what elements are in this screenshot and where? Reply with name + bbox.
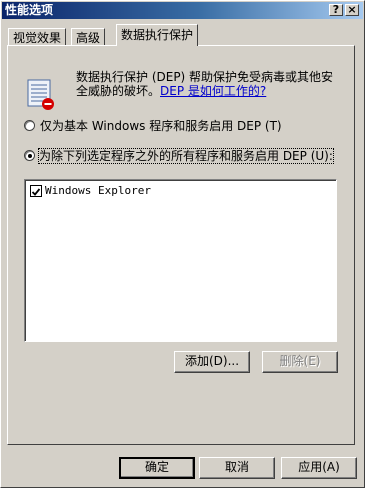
dep-description-line2: 全威胁的破坏。: [76, 84, 161, 98]
title-bar[interactable]: 性能选项 ? ×: [2, 2, 363, 19]
remove-button[interactable]: 删除(E): [262, 351, 338, 373]
radio-basic-label: 仅为基本 Windows 程序和服务启用 DEP (T): [40, 119, 282, 133]
help-button[interactable]: ?: [329, 4, 343, 16]
exception-program-list[interactable]: Windows Explorer: [24, 179, 337, 342]
dep-how-it-works-link[interactable]: DEP 是如何工作的?: [160, 84, 266, 98]
tab-label: 数据执行保护: [121, 28, 194, 42]
radio-button-selected[interactable]: [24, 150, 35, 161]
list-item-checkbox[interactable]: [30, 185, 42, 197]
list-item[interactable]: Windows Explorer: [30, 184, 230, 198]
cancel-button[interactable]: 取消: [199, 457, 275, 479]
dep-description: 数据执行保护 (DEP) 帮助保护免受病毒或其他安 全威胁的破坏。DEP 是如何…: [76, 70, 346, 98]
tab-panel: 数据执行保护 (DEP) 帮助保护免受病毒或其他安 全威胁的破坏。DEP 是如何…: [7, 45, 355, 445]
radio-basic-option[interactable]: 仅为基本 Windows 程序和服务启用 DEP (T): [24, 118, 324, 134]
performance-options-window: 性能选项 ? × 视觉效果 高级 数据执行保护 数据执行保护 (DEP) 帮助保…: [0, 0, 365, 488]
dep-description-line1: 数据执行保护 (DEP) 帮助保护免受病毒或其他安: [76, 70, 334, 84]
checkmark-icon: [31, 188, 41, 196]
tab-visual-effects[interactable]: 视觉效果: [8, 28, 67, 46]
add-button[interactable]: 添加(D)...: [174, 351, 250, 373]
radio-all-label: 为除下列选定程序之外的所有程序和服务启用 DEP (U):: [38, 148, 334, 164]
memory-chip-shield-icon: [22, 76, 58, 112]
tab-label: 视觉效果: [13, 31, 62, 45]
tab-data-execution-prevention[interactable]: 数据执行保护: [116, 24, 199, 46]
tab-advanced[interactable]: 高级: [71, 28, 106, 46]
radio-all-option[interactable]: 为除下列选定程序之外的所有程序和服务启用 DEP (U):: [24, 148, 344, 164]
list-item-label: Windows Explorer: [45, 184, 151, 197]
apply-button[interactable]: 应用(A): [281, 457, 357, 479]
close-button[interactable]: ×: [345, 4, 359, 16]
ok-button[interactable]: 确定: [119, 457, 195, 479]
tab-label: 高级: [76, 31, 101, 45]
window-title: 性能选项: [5, 3, 54, 17]
radio-button[interactable]: [24, 120, 35, 131]
